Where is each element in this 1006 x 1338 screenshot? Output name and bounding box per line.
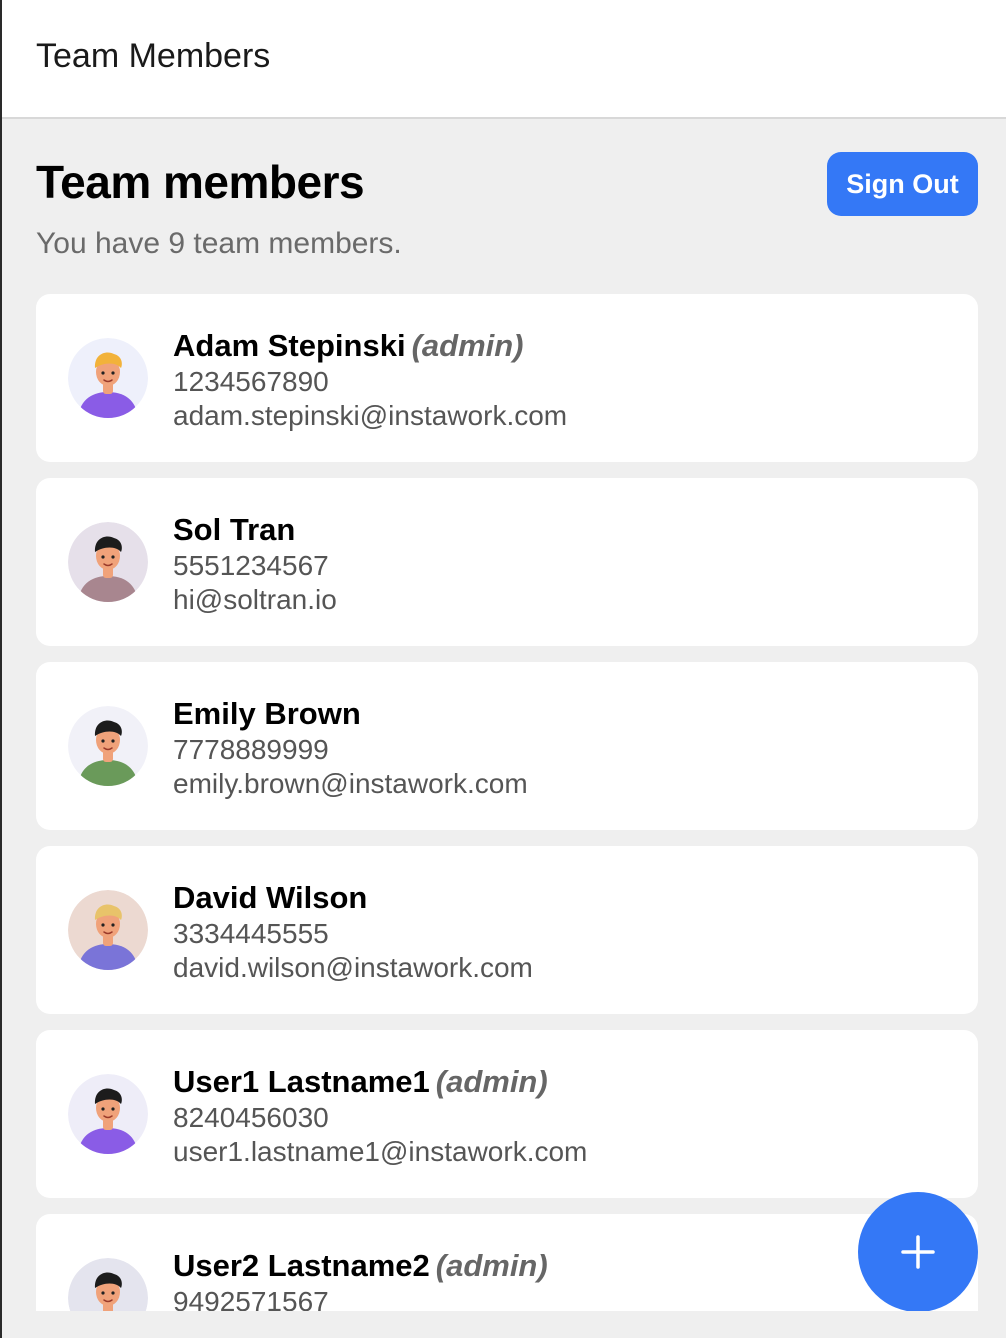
- member-info: User1 Lastname1 (admin) 8240456030 user1.la…: [173, 1064, 587, 1169]
- member-info: Adam Stepinski (admin) 1234567890 adam.step…: [173, 328, 567, 433]
- member-name-line: Adam Stepinski (admin): [173, 328, 567, 364]
- member-phone: 1234567890: [173, 366, 329, 397]
- member-name-line: User2 Lastname2 (admin): [173, 1248, 548, 1284]
- member-card[interactable]: User1 Lastname1 (admin) 8240456030 user1.la…: [36, 1030, 978, 1198]
- member-name-line: User1 Lastname1 (admin): [173, 1064, 587, 1100]
- member-email: user1.lastname1@instawork.com: [173, 1136, 588, 1167]
- member-email: david.wilson@instawork.com: [173, 952, 533, 983]
- member-name: Emily Brown: [173, 696, 361, 731]
- member-card[interactable]: Emily Brown 7778889999 emily.brown@instawo…: [36, 662, 978, 830]
- nav-title: Team Members: [36, 37, 271, 75]
- main-content[interactable]: Team members You have 9 team members. Si…: [2, 121, 1006, 1311]
- avatar-adam-icon: [68, 338, 148, 418]
- bottom-safe-area: [2, 1311, 1006, 1338]
- member-phone: 7778889999: [173, 734, 329, 765]
- member-name: Adam Stepinski: [173, 328, 406, 363]
- member-phone: 5551234567: [173, 550, 329, 581]
- member-card[interactable]: David Wilson 3334445555 david.wilson@insta…: [36, 846, 978, 1014]
- avatar-david-icon: [68, 890, 148, 970]
- admin-badge: (admin): [435, 1248, 548, 1283]
- member-phone: 8240456030: [173, 1102, 329, 1133]
- admin-badge: (admin): [411, 328, 524, 363]
- member-phone: 3334445555: [173, 918, 329, 949]
- member-info: Sol Tran 5551234567 hi@soltran.io: [173, 512, 337, 617]
- page-title: Team members: [36, 156, 365, 208]
- member-card[interactable]: Sol Tran 5551234567 hi@soltran.io: [36, 478, 978, 646]
- member-name: Sol Tran: [173, 512, 296, 547]
- avatar-user1-icon: [68, 1074, 148, 1154]
- member-name: User1 Lastname1: [173, 1064, 430, 1099]
- add-member-button[interactable]: [858, 1192, 978, 1312]
- avatar-sol-icon: [68, 522, 148, 602]
- member-card[interactable]: Adam Stepinski (admin) 1234567890 adam.step…: [36, 294, 978, 462]
- member-list: Adam Stepinski (admin) 1234567890 adam.step…: [36, 294, 978, 1311]
- member-card[interactable]: User2 Lastname2 (admin) 9492571567: [36, 1214, 978, 1311]
- member-name-line: Emily Brown: [173, 696, 528, 732]
- member-email: adam.stepinski@instawork.com: [173, 400, 568, 431]
- member-email: emily.brown@instawork.com: [173, 768, 528, 799]
- plus-icon: [901, 1235, 935, 1269]
- member-count-text: You have 9 team members.: [36, 227, 402, 260]
- avatar-user2-icon: [68, 1258, 148, 1311]
- sign-out-button[interactable]: Sign Out: [827, 152, 978, 216]
- member-name-line: Sol Tran: [173, 512, 337, 548]
- app-window: Team Members Team members You have 9 tea…: [0, 0, 1006, 1338]
- avatar-emily-icon: [68, 706, 148, 786]
- member-info: Emily Brown 7778889999 emily.brown@instawo…: [173, 696, 528, 801]
- navigation-bar: Team Members: [2, 0, 1006, 119]
- member-info: User2 Lastname2 (admin) 9492571567: [173, 1248, 548, 1311]
- member-info: David Wilson 3334445555 david.wilson@insta…: [173, 880, 533, 985]
- member-name: David Wilson: [173, 880, 368, 915]
- member-phone: 9492571567: [173, 1286, 329, 1311]
- member-email: hi@soltran.io: [173, 584, 337, 615]
- admin-badge: (admin): [435, 1064, 548, 1099]
- member-name: User2 Lastname2: [173, 1248, 430, 1283]
- member-name-line: David Wilson: [173, 880, 533, 916]
